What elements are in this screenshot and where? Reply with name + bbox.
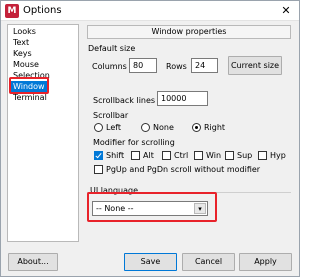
apply-button[interactable]: Apply — [239, 253, 292, 271]
scrollbar-heading: Scrollbar — [93, 111, 129, 120]
modifier-ctrl-checkbox[interactable] — [162, 151, 171, 160]
modifier-alt-label: Alt — [143, 151, 154, 160]
highlight-window-item — [9, 77, 49, 94]
about-button[interactable]: About... — [8, 253, 58, 271]
pgup-pgdn-label: PgUp and PgDn scroll without modifier — [106, 165, 261, 174]
panel-header: Window properties — [87, 25, 291, 39]
sidebar-item-keys[interactable]: Keys — [11, 48, 34, 59]
save-button[interactable]: Save — [124, 253, 177, 271]
scrollbar-right-label: Right — [204, 123, 226, 132]
scrollbar-left-label: Left — [106, 123, 122, 132]
modifier-hyp-label: Hyp — [270, 151, 286, 160]
highlight-ui-language — [87, 192, 217, 222]
modifier-hyp-checkbox[interactable] — [258, 151, 267, 160]
cancel-button[interactable]: Cancel — [182, 253, 235, 271]
modifier-win-label: Win — [206, 151, 222, 160]
pgup-pgdn-checkbox[interactable] — [94, 165, 103, 174]
window-title: Options — [23, 5, 62, 16]
rows-label: Rows — [166, 62, 187, 71]
sidebar-item-looks[interactable]: Looks — [11, 26, 38, 37]
scrollback-label: Scrollback lines — [93, 96, 156, 105]
modifier-sup-label: Sup — [237, 151, 253, 160]
sidebar-item-text[interactable]: Text — [11, 37, 31, 48]
title-bar[interactable]: M Options ✕ — [1, 1, 299, 21]
scrollbar-left-radio[interactable] — [94, 123, 103, 132]
scrollbar-right-radio[interactable] — [192, 123, 201, 132]
modifier-ctrl-label: Ctrl — [174, 151, 189, 160]
modifier-sup-checkbox[interactable] — [225, 151, 234, 160]
options-window: M Options ✕ Looks Text Keys Mouse Select… — [0, 0, 300, 277]
putty-icon: M — [5, 4, 19, 18]
sidebar-item-mouse[interactable]: Mouse — [11, 59, 41, 70]
columns-input[interactable] — [129, 58, 157, 73]
columns-label: Columns — [92, 62, 127, 71]
modifier-win-checkbox[interactable] — [194, 151, 203, 160]
modifier-shift-checkbox[interactable] — [94, 151, 103, 160]
close-icon[interactable]: ✕ — [279, 4, 293, 18]
default-size-heading: Default size — [88, 44, 136, 53]
modifier-alt-checkbox[interactable] — [131, 151, 140, 160]
category-list[interactable]: Looks Text Keys Mouse Selection Window T… — [7, 24, 79, 242]
scrollback-input[interactable] — [157, 91, 208, 106]
rows-input[interactable] — [191, 58, 218, 73]
modifier-shift-label: Shift — [106, 151, 125, 160]
current-size-button[interactable]: Current size — [228, 56, 282, 75]
scrollbar-none-label: None — [153, 123, 174, 132]
modifier-heading: Modifier for scrolling — [93, 138, 175, 147]
scrollbar-none-radio[interactable] — [141, 123, 150, 132]
